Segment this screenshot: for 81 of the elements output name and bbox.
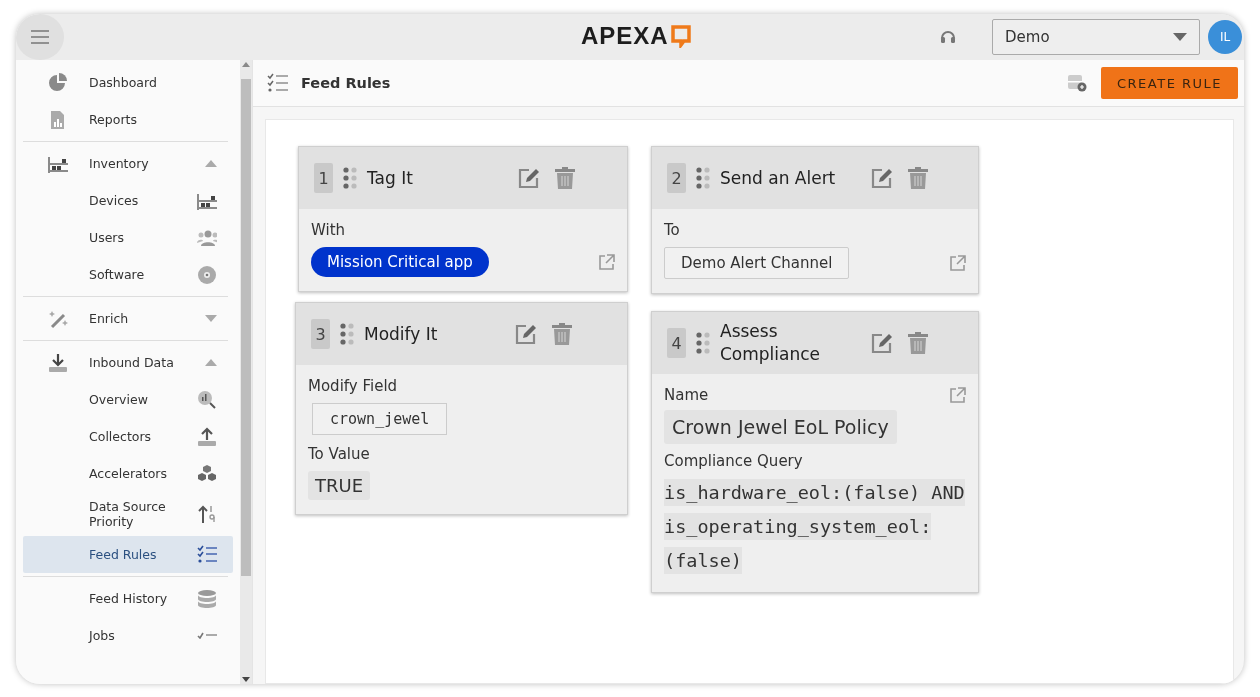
checklist-icon — [267, 73, 289, 93]
nav-item[interactable]: Accelerators — [23, 455, 233, 492]
download-icon — [48, 352, 68, 373]
logo-mark-icon — [669, 24, 692, 48]
rule-number: 2 — [667, 163, 686, 193]
edit-button[interactable] — [870, 167, 892, 189]
edit-button[interactable] — [870, 332, 892, 354]
pie-chart-icon — [48, 72, 68, 93]
edit-icon — [870, 332, 892, 354]
nav-item[interactable]: Software — [23, 256, 233, 293]
field-label: Compliance Query — [664, 452, 804, 470]
nav-item[interactable]: Jobs — [23, 617, 233, 654]
rule-number: 4 — [667, 328, 686, 358]
scrollbar[interactable] — [240, 60, 252, 684]
nav-item[interactable]: Data Source Priority — [23, 492, 233, 536]
trash-icon — [908, 167, 928, 189]
checklist-icon — [197, 632, 217, 639]
delete-button[interactable] — [908, 167, 928, 189]
rule-title: Assess Compliance — [720, 320, 822, 366]
trash-icon — [908, 332, 928, 354]
nav-item[interactable]: Inventory — [23, 145, 233, 182]
tenant-select[interactable]: Demo — [992, 19, 1200, 55]
delete-button[interactable] — [555, 167, 575, 189]
nav-item[interactable]: Overview — [23, 381, 233, 418]
delete-button[interactable] — [908, 332, 928, 354]
scroll-up-icon — [242, 62, 250, 67]
headset-icon[interactable] — [940, 29, 956, 45]
field-label: With — [311, 221, 347, 239]
drag-handle-icon[interactable] — [343, 167, 357, 189]
drag-handle-icon[interactable] — [340, 323, 354, 345]
upload-icon — [197, 426, 217, 447]
nav-item[interactable]: Devices — [23, 182, 233, 219]
external-link-icon[interactable] — [598, 253, 615, 271]
checklist-icon — [197, 544, 217, 565]
trash-icon — [552, 323, 572, 345]
chart-search-icon — [197, 389, 217, 410]
database-add-icon[interactable] — [1067, 74, 1087, 92]
page-title: Feed Rules — [301, 75, 391, 91]
external-link-icon[interactable] — [949, 254, 966, 272]
tag-chip: Mission Critical app — [311, 247, 489, 277]
edit-icon — [514, 323, 536, 345]
field-value: TRUE — [308, 471, 371, 500]
rule-title: Modify It — [364, 322, 439, 346]
menu-icon — [31, 30, 49, 44]
external-link-icon[interactable] — [949, 386, 966, 404]
field-label: To Value — [308, 445, 371, 463]
nav-item[interactable]: Feed History — [23, 580, 233, 617]
edit-button[interactable] — [514, 323, 536, 345]
rule-title: Tag It — [367, 166, 414, 190]
delete-button[interactable] — [552, 323, 572, 345]
drag-handle-icon[interactable] — [696, 332, 710, 354]
edit-icon — [870, 167, 892, 189]
rule-title: Send an Alert — [720, 166, 837, 190]
rule-number: 1 — [314, 163, 333, 193]
disc-icon — [197, 264, 217, 285]
cubes-icon — [197, 463, 217, 484]
field-label: To — [664, 221, 681, 239]
nav-item[interactable]: Reports — [23, 101, 233, 138]
edit-icon — [517, 167, 539, 189]
field-name: crown_jewel — [312, 403, 448, 435]
logo-text: APEXA — [581, 22, 669, 50]
nav-item[interactable]: Dashboard — [23, 64, 233, 101]
create-rule-button[interactable]: CREATE RULE — [1101, 67, 1238, 99]
edit-button[interactable] — [517, 167, 539, 189]
scroll-down-icon — [242, 677, 250, 682]
alert-channel: Demo Alert Channel — [664, 247, 850, 279]
nav-item[interactable]: Inbound Data — [23, 344, 233, 381]
nav-item[interactable]: Enrich — [23, 300, 233, 337]
policy-name: Crown Jewel EoL Policy — [664, 410, 897, 444]
caret-down-icon — [1173, 33, 1187, 41]
nav-item[interactable]: Users — [23, 219, 233, 256]
drag-handle-icon[interactable] — [696, 167, 710, 189]
database-icon — [197, 588, 217, 609]
trash-icon — [555, 167, 575, 189]
nav-item[interactable]: Collectors — [23, 418, 233, 455]
nav-item[interactable]: Feed Rules — [23, 536, 233, 573]
field-label: Modify Field — [308, 377, 399, 395]
sort-number-icon — [197, 504, 217, 524]
menu-button[interactable] — [16, 14, 64, 60]
field-label: Name — [664, 386, 709, 404]
rule-number: 3 — [311, 319, 330, 349]
